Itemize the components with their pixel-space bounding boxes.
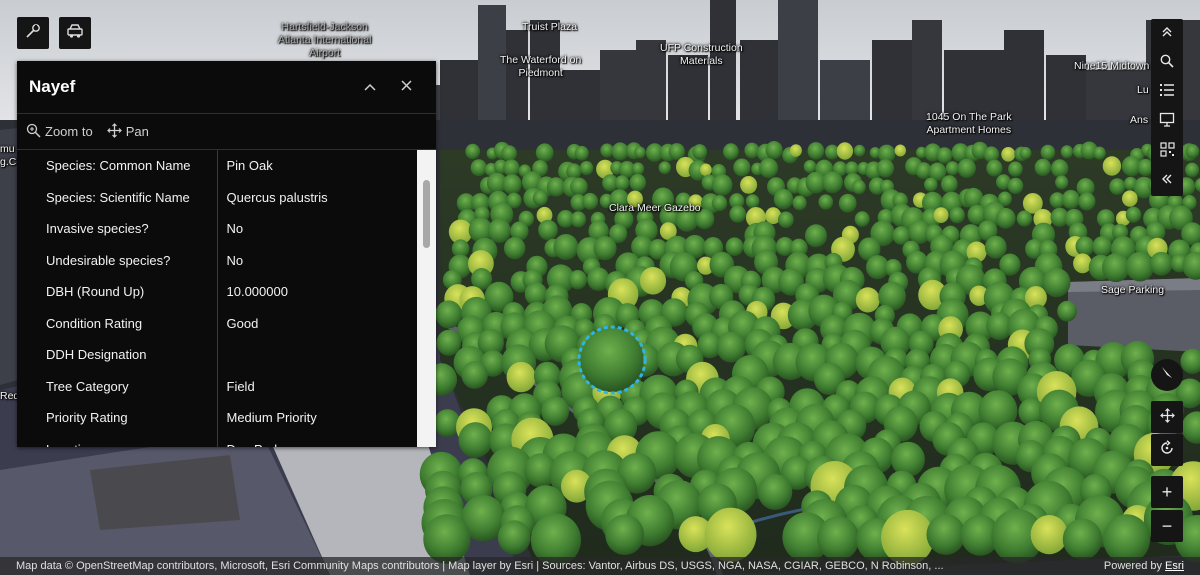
- attribute-value: Good: [226, 315, 259, 331]
- pan-mode-icon: [1159, 407, 1175, 428]
- close-icon: [400, 78, 412, 96]
- zoom-to-label: Zoom to: [45, 124, 93, 139]
- attribute-value: 10.000000: [226, 284, 288, 300]
- search-icon: [1160, 54, 1174, 73]
- attribute-row: Priority Rating Medium Priority: [17, 402, 417, 434]
- attribute-key: Tree Category: [17, 370, 218, 402]
- attribute-key: Location: [17, 433, 218, 447]
- right-toolbar: [1151, 19, 1183, 196]
- zoom-out-button[interactable]: −: [1151, 510, 1183, 542]
- scrollbar-thumb[interactable]: [423, 180, 430, 248]
- attribute-value: [217, 339, 417, 371]
- popup-content[interactable]: Species: Common Name Pin Oak Species: Scie…: [17, 150, 436, 447]
- pan-label: Pan: [125, 124, 149, 139]
- attribute-key: DBH (Round Up): [17, 276, 218, 308]
- map-label-lu[interactable]: Lu: [1137, 84, 1149, 97]
- map-label-clara-meer[interactable]: Clara Meer Gazebo: [609, 202, 701, 215]
- attribute-key: Priority Rating: [17, 402, 218, 434]
- attribute-value: Dog Park: [217, 434, 417, 447]
- attribute-row: DDH Designation: [17, 339, 417, 371]
- map-label-mu[interactable]: mu: [0, 143, 15, 156]
- pan-button[interactable]: Pan: [106, 122, 149, 141]
- attribute-key: Undesirable species?: [17, 244, 218, 276]
- map-label-truist-plaza[interactable]: Truist Plaza: [522, 21, 577, 34]
- chevron-up-icon: [364, 78, 376, 96]
- attribute-row: Species: Scientific Name Quercus palustri…: [17, 181, 417, 213]
- attribute-value: Field: [226, 378, 255, 394]
- popup-scrollbar[interactable]: [417, 150, 436, 447]
- expand-toolbar-button[interactable]: [1151, 19, 1183, 49]
- attribute-row: DBH (Round Up) 10.000000: [17, 276, 417, 308]
- zoom-in-icon: +: [1161, 481, 1173, 502]
- layer-list-icon: [1159, 83, 1175, 102]
- attribute-value: Medium Priority: [226, 410, 317, 426]
- wrench-icon: [24, 22, 42, 45]
- attribute-value: Pin Oak: [226, 158, 273, 174]
- map-label-ufp[interactable]: UFP Construction Materials: [660, 42, 743, 68]
- attribute-row: LocationDog Park: [17, 433, 417, 447]
- map-label-nine15[interactable]: Nine15 Midtown: [1074, 60, 1149, 73]
- attribute-row: Invasive species? No: [17, 213, 417, 245]
- map-label-gc[interactable]: g.C: [0, 156, 16, 169]
- popup-header: Nayef: [17, 61, 436, 114]
- map-label-ans[interactable]: Ans: [1130, 114, 1148, 127]
- map-label-hartsfield[interactable]: Hartsfield-Jackson Atlanta International…: [278, 21, 371, 60]
- rotate-mode-button[interactable]: [1151, 434, 1183, 466]
- attribution-bar: Map data © OpenStreetMap contributors, M…: [0, 557, 1200, 575]
- pan-mode-button[interactable]: [1151, 401, 1183, 433]
- attribute-value: No: [226, 252, 244, 268]
- attribute-key: Species: Scientific Name: [17, 181, 218, 213]
- close-button[interactable]: [388, 69, 424, 105]
- chevrons-left-icon: [1161, 172, 1173, 190]
- attribute-key: Species: Common Name: [17, 150, 218, 182]
- powered-by: Powered by Esri: [1104, 560, 1184, 572]
- powered-by-label: Powered by: [1103, 560, 1162, 572]
- collapse-button[interactable]: [352, 69, 388, 105]
- attribute-row: Tree Category Field: [17, 370, 417, 402]
- feature-popup: Nayef Zoom to Pan Species: Common Name P…: [17, 61, 436, 447]
- zoom-out-icon: −: [1161, 515, 1173, 536]
- popup-title: Nayef: [29, 77, 76, 96]
- attribution-text[interactable]: Map data © OpenStreetMap contributors, M…: [16, 560, 1096, 572]
- developer-tools-button[interactable]: [17, 17, 49, 49]
- qr-code-button[interactable]: [1151, 137, 1183, 167]
- presentation-button[interactable]: [1151, 108, 1183, 138]
- attribute-row: Species: Common Name Pin Oak: [17, 150, 417, 182]
- rotate-icon: [1159, 439, 1175, 461]
- collapse-toolbar-button[interactable]: [1151, 167, 1183, 197]
- vehicle-tool-button[interactable]: [59, 17, 91, 49]
- attribute-key: Condition Rating: [17, 307, 218, 339]
- layer-list-button[interactable]: [1151, 78, 1183, 108]
- zoom-in-icon: [26, 123, 41, 141]
- map-label-1045-park[interactable]: 1045 On The Park Apartment Homes: [926, 111, 1012, 137]
- zoom-to-button[interactable]: Zoom to: [26, 123, 93, 141]
- attribute-row: Undesirable species? No: [17, 244, 417, 276]
- search-button[interactable]: [1151, 49, 1183, 79]
- car-icon: [65, 22, 85, 45]
- esri-link[interactable]: Esri: [1165, 560, 1184, 572]
- attribute-row: Condition Rating Good: [17, 307, 417, 339]
- compass-button[interactable]: [1151, 359, 1183, 391]
- chevrons-up-icon: [1161, 25, 1173, 43]
- map-label-sage-parking[interactable]: Sage Parking: [1101, 284, 1164, 297]
- qr-code-icon: [1159, 142, 1175, 162]
- attribute-value: Quercus palustris: [226, 189, 328, 205]
- pan-icon: [106, 122, 122, 141]
- popup-actions: Zoom to Pan: [17, 114, 436, 150]
- map-label-waterford[interactable]: The Waterford on Piedmont: [500, 54, 581, 80]
- presentation-icon: [1159, 112, 1175, 132]
- compass-icon: [1159, 365, 1175, 386]
- attribute-value: No: [226, 221, 244, 237]
- attribute-key: Invasive species?: [17, 213, 218, 245]
- zoom-in-button[interactable]: +: [1151, 476, 1183, 508]
- attribute-table: Species: Common Name Pin Oak Species: Scie…: [17, 150, 417, 447]
- attribute-key: DDH Designation: [17, 339, 218, 371]
